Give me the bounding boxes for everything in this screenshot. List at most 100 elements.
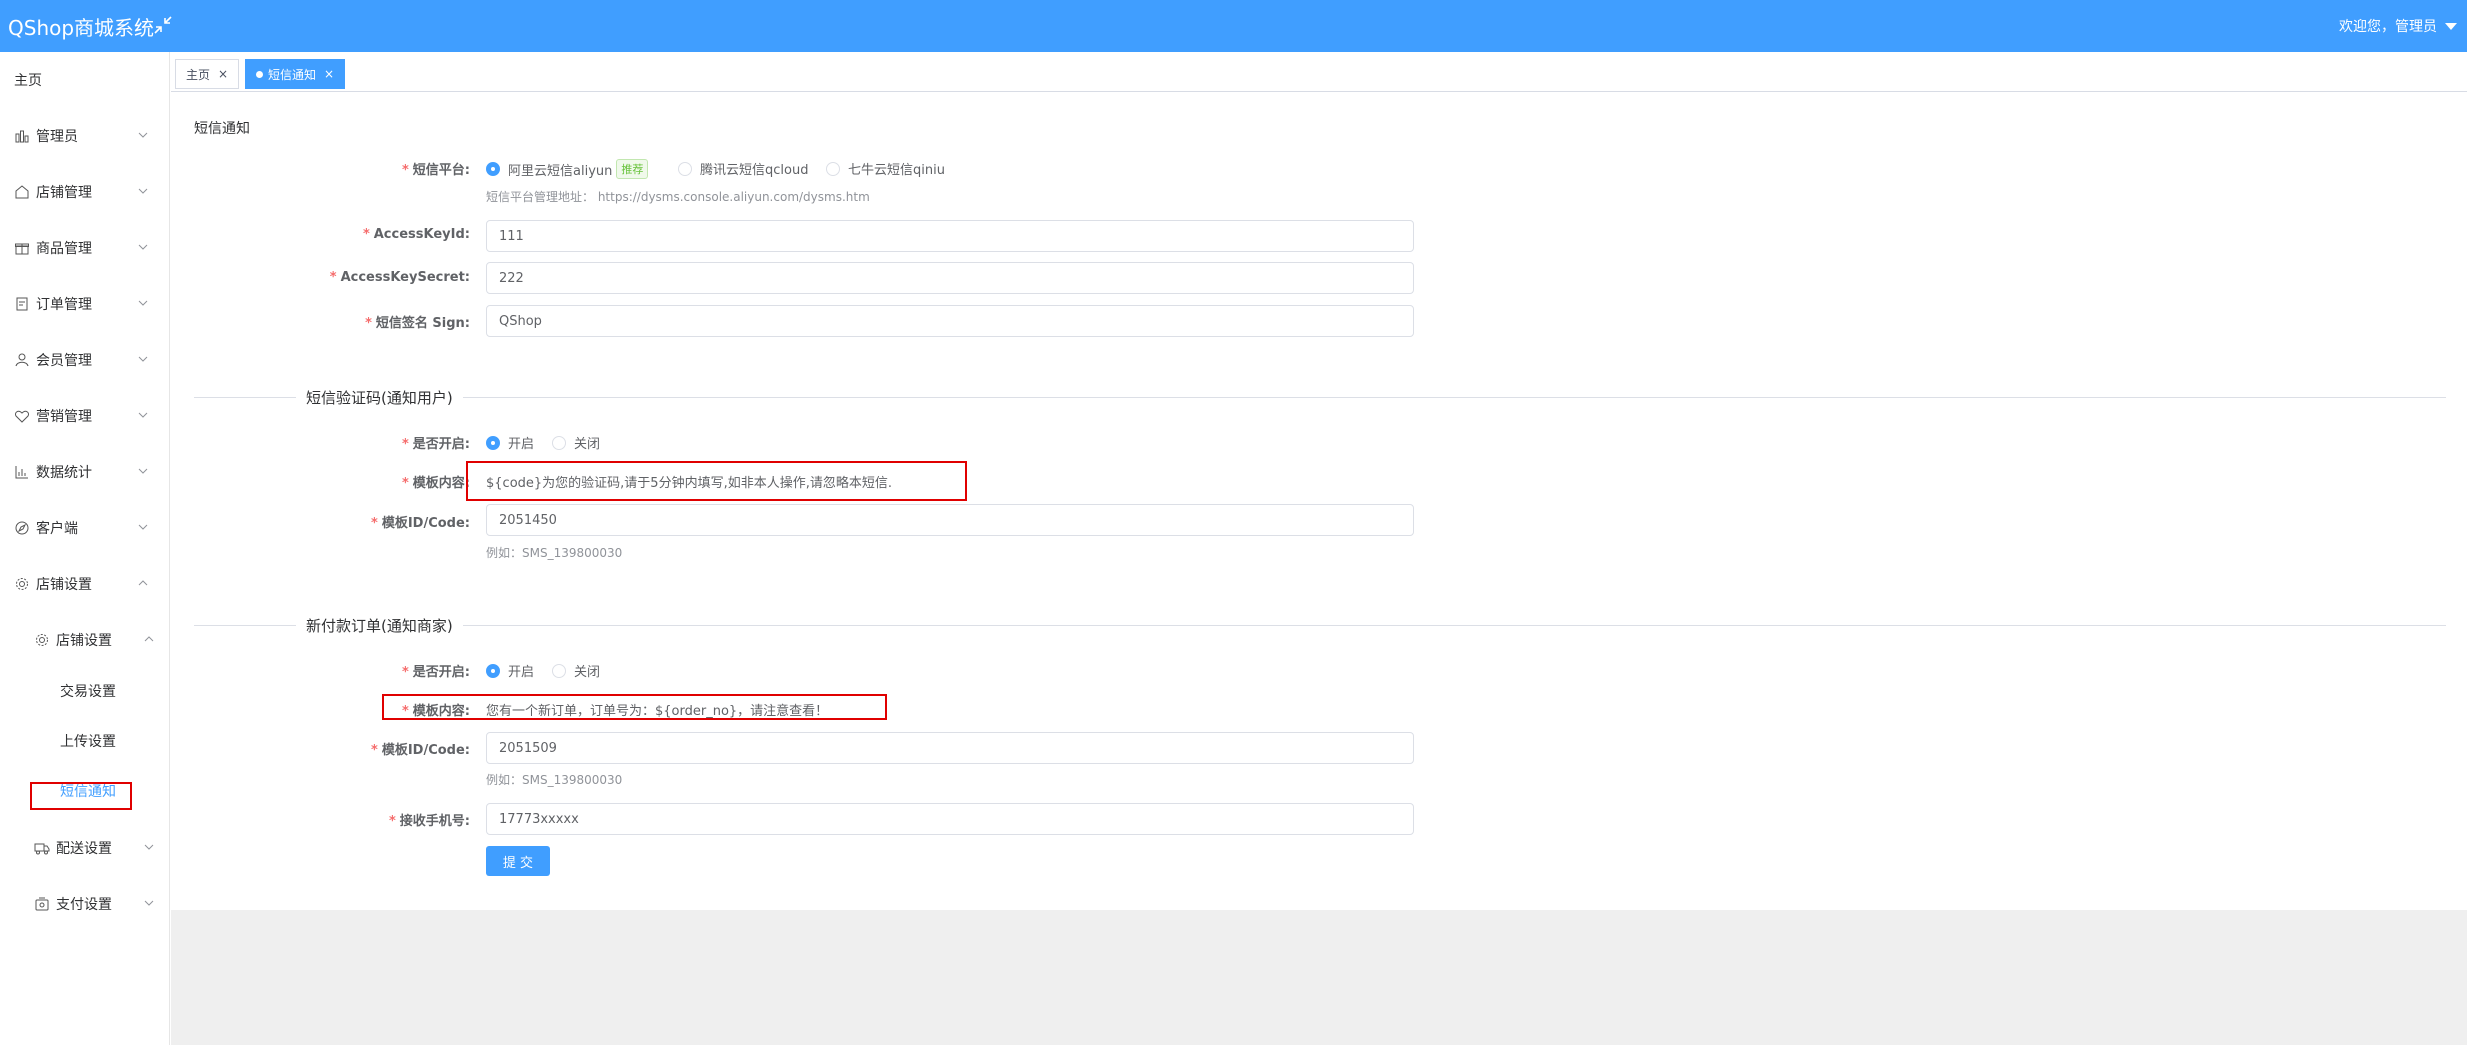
sidebar-item-store-settings[interactable]: 店铺设置	[0, 556, 170, 612]
tab-label: 短信通知	[268, 67, 317, 82]
verify-code-input[interactable]	[486, 504, 1414, 536]
sidebar-item-marketing[interactable]: 营销管理	[0, 388, 170, 444]
heart-icon	[15, 410, 29, 423]
sidebar-item-admin[interactable]: 管理员	[0, 108, 170, 164]
radio-label: 腾讯云短信qcloud	[700, 163, 809, 178]
chevron-down-icon	[144, 844, 154, 850]
order-code-input[interactable]	[486, 732, 1414, 764]
sidebar-item-members[interactable]: 会员管理	[0, 332, 170, 388]
section-divider-order	[194, 625, 2446, 626]
radio-circle	[826, 161, 840, 176]
sidebar-item-label: 店铺管理	[36, 185, 92, 201]
sidebar-item-stats[interactable]: 数据统计	[0, 444, 170, 500]
sidebar-item-client[interactable]: 客户端	[0, 500, 170, 556]
gear-icon	[36, 634, 48, 646]
collapse-icon[interactable]	[152, 14, 174, 36]
order-radio-off[interactable]: 关闭	[552, 661, 600, 680]
phone-input[interactable]	[486, 803, 1414, 835]
brand-title[interactable]: QShop商城系统	[8, 12, 154, 41]
verify-code-label: * 模板ID/Code:	[371, 516, 470, 531]
verify-enabled-label: * 是否开启:	[401, 437, 470, 452]
page-title: 短信通知	[194, 121, 250, 137]
gift-icon	[15, 243, 29, 255]
user-menu[interactable]: 欢迎您，管理员	[2339, 16, 2457, 36]
access-key-id-label: * AccessKeyId:	[362, 227, 470, 242]
radio-aliyun[interactable]: 阿里云短信aliyun 推荐	[486, 159, 649, 179]
verify-template-label: * 模板内容:	[401, 476, 470, 491]
sidebar-item-label: 数据统计	[36, 465, 92, 481]
tabs-bar: 主页 × 短信通知 ×	[171, 52, 2467, 92]
sidebar-item-label: 店铺设置	[36, 577, 92, 593]
access-key-secret-input[interactable]	[486, 262, 1414, 294]
access-key-id-input[interactable]	[486, 220, 1414, 252]
highlight-box-verify-template	[466, 461, 967, 501]
verify-radio-on[interactable]: 开启	[486, 433, 534, 452]
phone-label: * 接收手机号:	[388, 814, 470, 829]
sidebar-item-home[interactable]: 主页	[0, 52, 170, 108]
radio-label: 七牛云短信qiniu	[848, 163, 945, 178]
content-footer-area	[171, 910, 2467, 1045]
sidebar-item-label: 店铺设置	[56, 633, 112, 649]
sidebar-item-trade-settings[interactable]: 交易设置	[0, 666, 170, 716]
radio-label: 开启	[508, 665, 535, 680]
order-code-hint: 例如：SMS_139800030	[486, 773, 623, 787]
chevron-down-icon	[138, 300, 148, 306]
sidebar-item-payment[interactable]: 支付设置	[0, 876, 170, 932]
section-title-order: 新付款订单(通知商家)	[296, 615, 463, 636]
store-icon	[15, 185, 29, 199]
submit-button[interactable]: 提 交	[486, 846, 550, 876]
chevron-down-icon	[138, 524, 148, 530]
chevron-up-icon	[144, 636, 154, 642]
gear-icon	[16, 578, 28, 590]
sidebar-item-goods[interactable]: 商品管理	[0, 220, 170, 276]
sidebar-item-label: 商品管理	[36, 241, 92, 257]
sms-sign-label: * 短信签名 Sign:	[365, 316, 470, 331]
recommend-badge: 推荐	[616, 159, 649, 179]
chevron-down-icon	[144, 900, 154, 906]
sidebar-item-label: 配送设置	[56, 841, 112, 857]
sidebar-item-orders[interactable]: 订单管理	[0, 276, 170, 332]
sidebar-item-store[interactable]: 店铺管理	[0, 164, 170, 220]
order-radio-on[interactable]: 开启	[486, 661, 534, 680]
order-code-label: * 模板ID/Code:	[371, 743, 470, 758]
sidebar-item-label: 支付设置	[56, 897, 112, 913]
sidebar-item-label: 客户端	[36, 521, 78, 537]
sidebar-item-upload-settings[interactable]: 上传设置	[0, 716, 170, 766]
sms-sign-input[interactable]	[486, 305, 1414, 337]
close-icon[interactable]: ×	[218, 67, 228, 81]
sidebar-item-label: 主页	[14, 73, 42, 89]
chevron-down-icon	[138, 188, 148, 194]
sidebar-item-delivery[interactable]: 配送设置	[0, 820, 170, 876]
compass-icon	[15, 521, 29, 535]
access-key-secret-label: * AccessKeySecret:	[329, 270, 470, 285]
wallet-icon	[35, 897, 49, 911]
chevron-up-icon	[138, 580, 148, 586]
tab-label: 主页	[186, 67, 211, 82]
section-title-verify: 短信验证码(通知用户)	[296, 387, 463, 408]
sidebar-item-label: 管理员	[36, 129, 78, 145]
chevron-down-icon	[138, 468, 148, 474]
platform-label: * 短信平台:	[401, 163, 470, 178]
order-enabled-label: * 是否开启:	[401, 665, 470, 680]
radio-label: 关闭	[574, 665, 601, 680]
radio-qiniu[interactable]: 七牛云短信qiniu	[826, 159, 945, 178]
radio-label: 关闭	[574, 437, 601, 452]
tab-home[interactable]: 主页 ×	[175, 59, 240, 89]
close-icon[interactable]: ×	[324, 67, 334, 81]
truck-icon	[34, 843, 50, 855]
sidebar-item-label: 交易设置	[60, 684, 116, 700]
verify-code-hint: 例如：SMS_139800030	[486, 546, 623, 560]
chevron-down-icon	[138, 412, 148, 418]
chevron-down-icon	[138, 356, 148, 362]
chart-icon	[15, 466, 28, 479]
radio-circle	[552, 435, 566, 450]
radio-circle	[486, 435, 500, 450]
highlight-box-order-template	[382, 694, 887, 720]
highlight-box-sidebar	[30, 782, 132, 810]
verify-radio-off[interactable]: 关闭	[552, 433, 600, 452]
tab-sms-notice[interactable]: 短信通知 ×	[245, 59, 346, 89]
sidebar-subgroup-store-settings[interactable]: 店铺设置	[0, 612, 170, 668]
admin-icon	[15, 130, 29, 143]
sidebar-item-label: 营销管理	[36, 409, 92, 425]
radio-qcloud[interactable]: 腾讯云短信qcloud	[678, 159, 808, 178]
